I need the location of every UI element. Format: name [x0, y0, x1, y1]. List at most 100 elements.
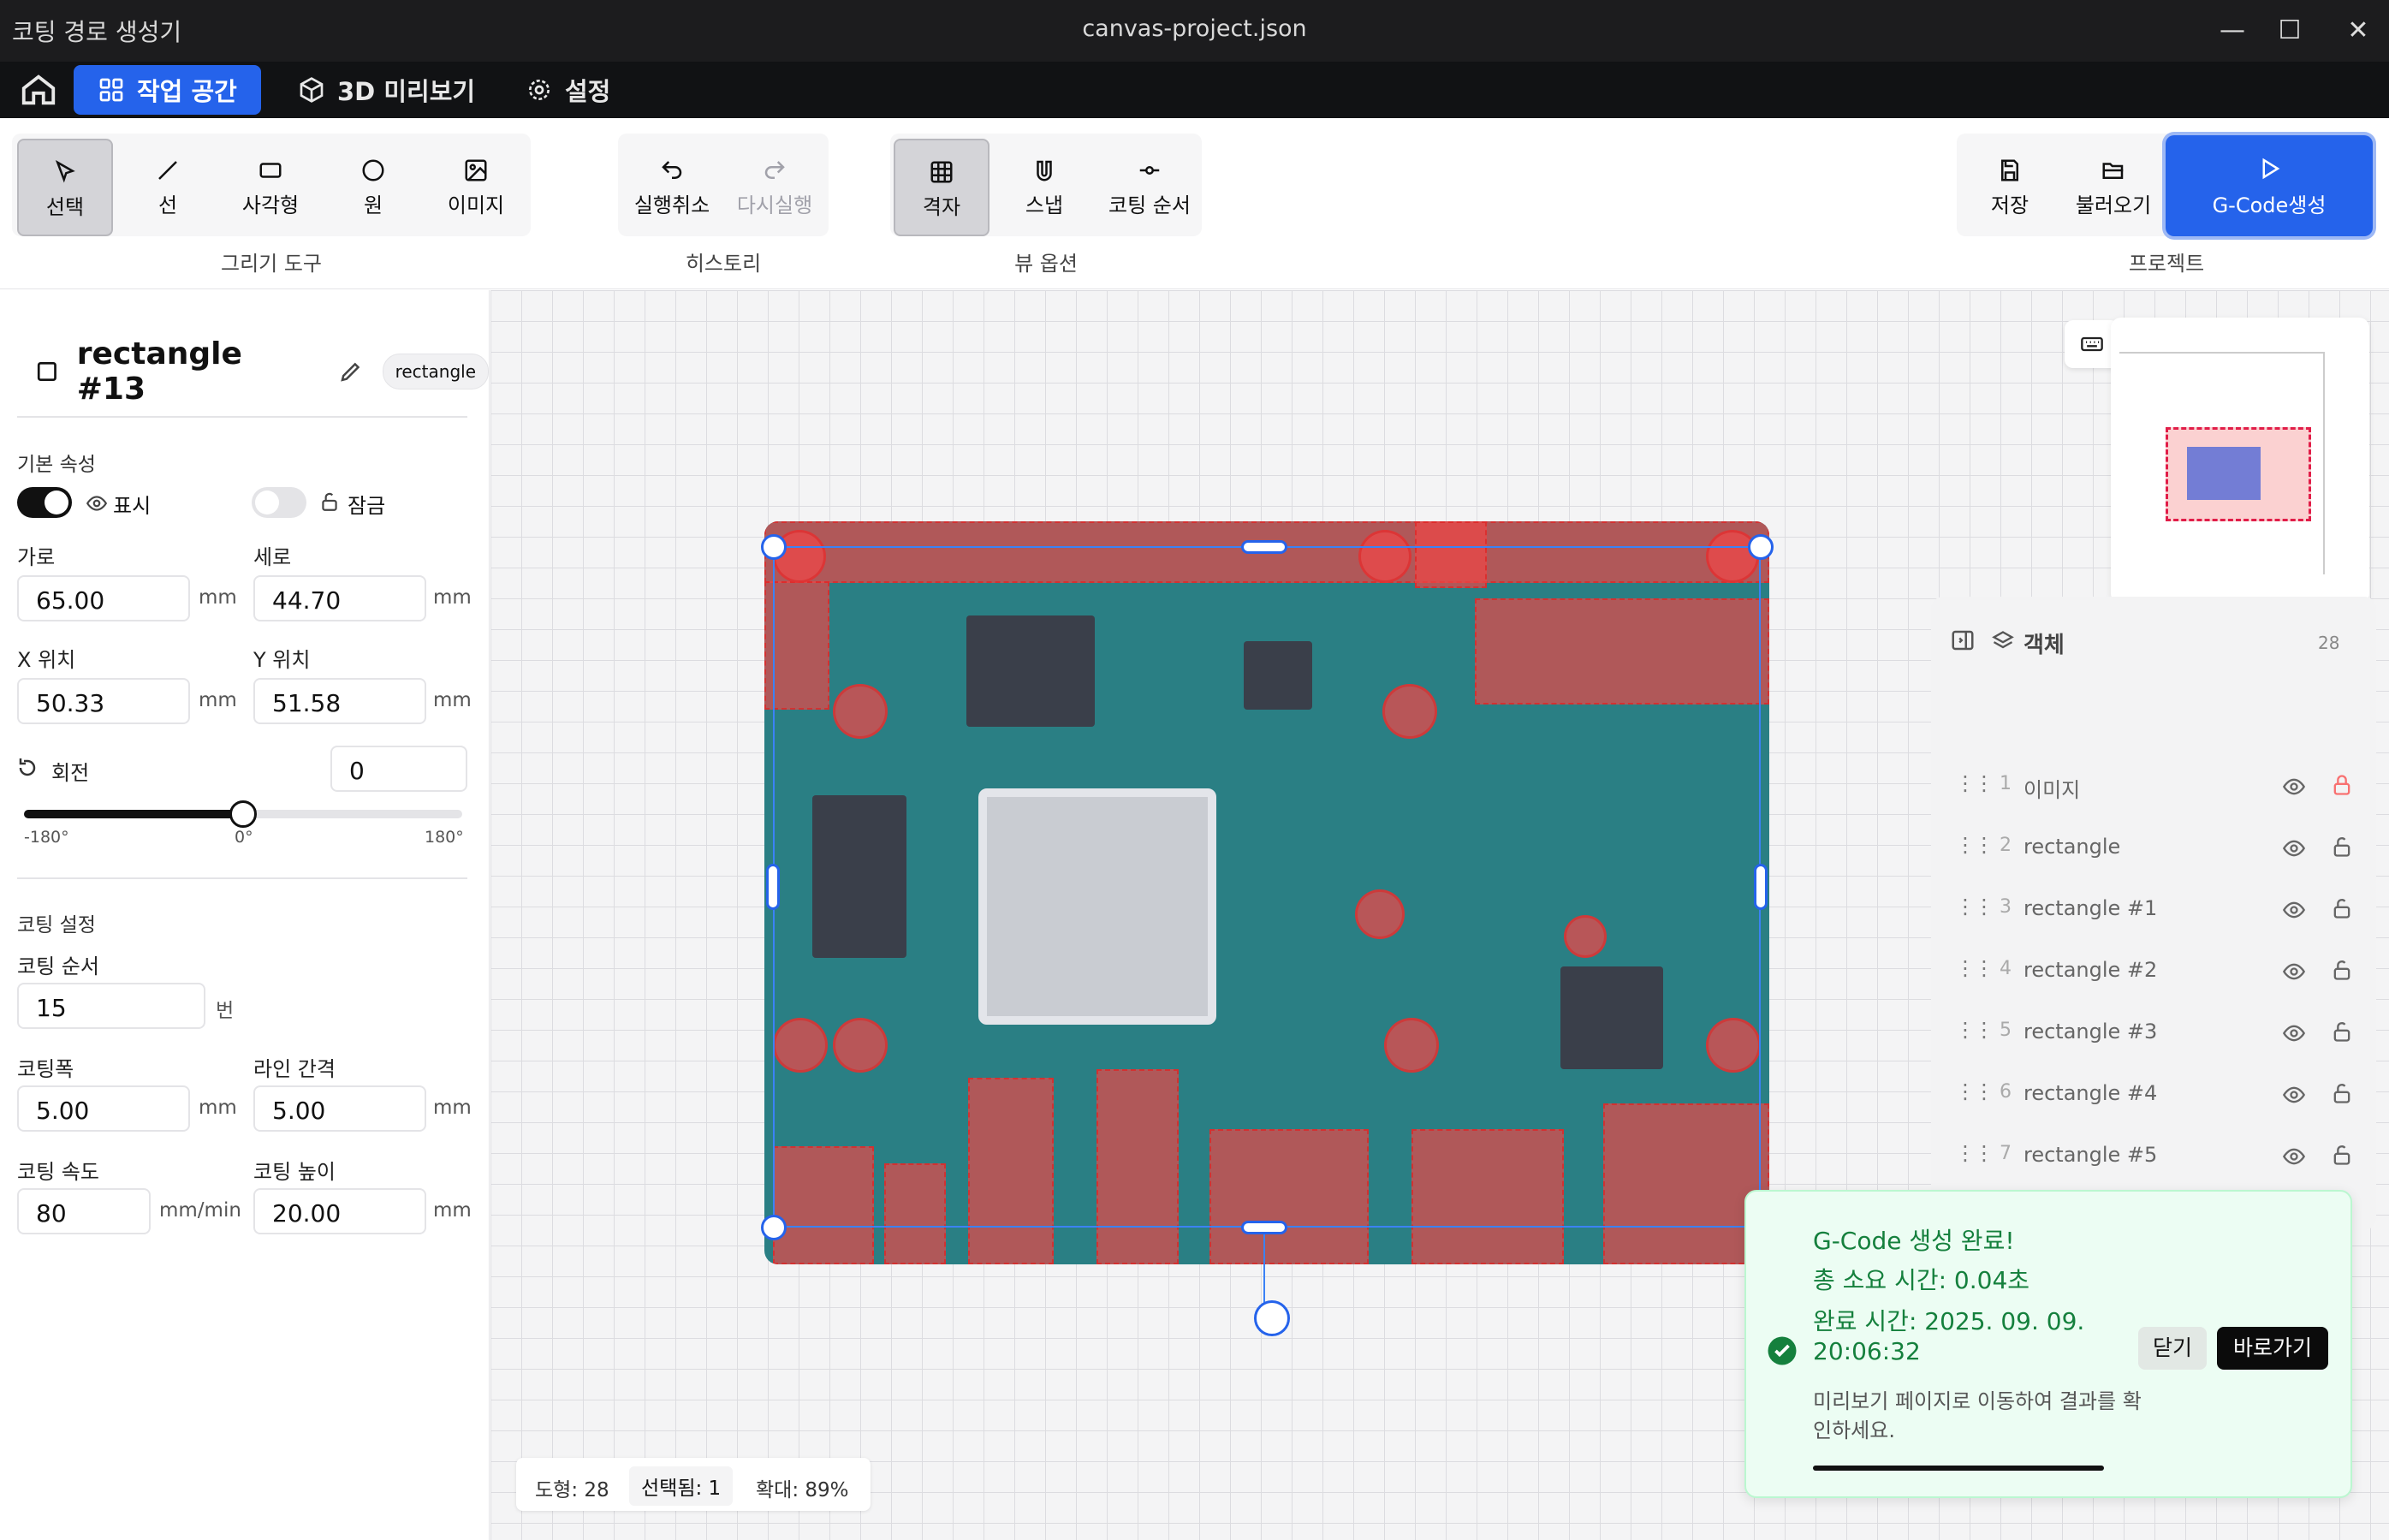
eye-icon[interactable] [2282, 960, 2306, 984]
height-input[interactable]: 44.70 [253, 575, 426, 621]
object-list-item[interactable]: ⋮⋮ 5 rectangle #3 [1931, 1002, 2376, 1064]
tab-settings[interactable]: 설정 [502, 65, 634, 115]
eye-icon[interactable] [2282, 836, 2306, 860]
save-icon [2001, 159, 2018, 181]
rotation-input[interactable]: 0 [330, 746, 467, 792]
resize-handle[interactable] [1241, 1221, 1287, 1234]
unlock-icon[interactable] [2330, 1081, 2354, 1105]
selection-box [773, 546, 1761, 1228]
rect-tool-button[interactable]: 사각형 [223, 139, 318, 236]
grid-toggle-button[interactable]: 격자 [894, 139, 989, 236]
object-list-item[interactable]: ⋮⋮ 1 이미지 [1931, 756, 2376, 818]
eye-icon[interactable] [2282, 1083, 2306, 1107]
lock-toggle[interactable] [252, 487, 306, 518]
coating-order-label: 코팅 순서 [1108, 193, 1191, 217]
unlock-icon[interactable] [2330, 958, 2354, 982]
width-input[interactable]: 65.00 [17, 575, 190, 621]
keyboard-icon [2081, 336, 2103, 352]
object-list-item[interactable]: ⋮⋮ 7 rectangle #5 [1931, 1126, 2376, 1187]
visible-toggle[interactable] [17, 487, 72, 518]
rotation-slider-track[interactable] [24, 800, 462, 828]
select-tool-button[interactable]: 선택 [17, 139, 113, 236]
tab-workspace[interactable]: 작업 공간 [74, 65, 261, 115]
resize-handle[interactable] [761, 1215, 787, 1240]
drag-handle-icon[interactable]: ⋮⋮ [1955, 833, 1994, 857]
minimap-viewport[interactable] [2166, 427, 2311, 521]
eye-icon[interactable] [2282, 1021, 2306, 1045]
coating-speed-input[interactable]: 80 [17, 1188, 151, 1234]
redo-button[interactable]: 다시실행 [726, 139, 823, 236]
drag-handle-icon[interactable]: ⋮⋮ [1955, 1141, 1994, 1165]
gear-icon [529, 80, 550, 100]
generate-gcode-button[interactable]: G-Code생성 [2166, 135, 2373, 236]
minimap[interactable] [2111, 318, 2369, 604]
resize-handle[interactable] [1241, 540, 1287, 554]
coating-speed-label: 코팅 속도 [17, 1160, 99, 1184]
shape-count: 도형: 28 [535, 1479, 609, 1501]
rotate-stem [1263, 1234, 1265, 1303]
line-icon [158, 161, 177, 180]
close-window-button[interactable]: ✕ [2330, 9, 2386, 53]
minimize-button[interactable]: — [2204, 9, 2261, 53]
snap-toggle-button[interactable]: 스냅 [996, 139, 1092, 236]
y-input[interactable]: 51.58 [253, 678, 426, 724]
resize-handle[interactable] [1748, 534, 1774, 560]
gcode-label: G-Code생성 [2212, 193, 2327, 217]
save-button[interactable]: 저장 [1962, 139, 2058, 236]
unlock-icon[interactable] [2330, 835, 2354, 859]
project-label: 프로젝트 [2128, 252, 2205, 276]
eye-icon[interactable] [2282, 775, 2306, 799]
load-button[interactable]: 불러오기 [2065, 139, 2162, 236]
object-list-item[interactable]: ⋮⋮ 6 rectangle #4 [1931, 1064, 2376, 1126]
rotation-min-label: -180° [24, 828, 69, 847]
grid-icon [930, 161, 953, 183]
home-icon[interactable] [19, 70, 58, 110]
rotate-handle[interactable] [1254, 1300, 1290, 1336]
eye-icon[interactable] [2282, 1145, 2306, 1168]
redo-label: 다시실행 [736, 193, 813, 217]
unlock-icon[interactable] [2330, 1143, 2354, 1167]
coating-section-title: 코팅 설정 [17, 914, 96, 936]
maximize-button[interactable]: ☐ [2261, 9, 2318, 53]
coating-order-toggle-button[interactable]: 코팅 순서 [1099, 139, 1200, 236]
drag-handle-icon[interactable]: ⋮⋮ [1955, 1018, 1994, 1042]
object-list-item[interactable]: ⋮⋮ 4 rectangle #2 [1931, 941, 2376, 1002]
object-list-item[interactable]: ⋮⋮ 3 rectangle #1 [1931, 879, 2376, 941]
line-tool-button[interactable]: 선 [120, 139, 216, 236]
resize-handle[interactable] [766, 864, 780, 910]
object-name: rectangle #2 [2024, 958, 2158, 982]
toast-goto-button[interactable]: 바로가기 [2217, 1327, 2328, 1370]
tab-3d-preview[interactable]: 3D 미리보기 [274, 65, 499, 115]
object-number: 3 [2000, 896, 2012, 918]
line-spacing-input[interactable]: 5.00 [253, 1085, 426, 1132]
selected-count: 선택됨: 1 [629, 1466, 734, 1506]
x-input[interactable]: 50.33 [17, 678, 190, 724]
basic-section-title: 기본 속성 [17, 454, 96, 476]
coating-width-input[interactable]: 5.00 [17, 1085, 190, 1132]
resize-handle[interactable] [761, 534, 787, 560]
circle-tool-button[interactable]: 원 [325, 139, 421, 236]
coating-height-input[interactable]: 20.00 [253, 1188, 426, 1234]
rotation-slider-thumb[interactable] [229, 800, 257, 828]
object-list-item[interactable]: ⋮⋮ 2 rectangle [1931, 818, 2376, 879]
tab-settings-label: 설정 [565, 77, 611, 106]
resize-handle[interactable] [1754, 864, 1768, 910]
unlock-icon[interactable] [2330, 1020, 2354, 1044]
panel-collapse-icon[interactable] [1950, 627, 1976, 653]
image-tool-button[interactable]: 이미지 [428, 139, 524, 236]
unlock-icon[interactable] [2330, 896, 2354, 920]
drag-handle-icon[interactable]: ⋮⋮ [1955, 771, 1994, 795]
toolbar: 선택 선 사각형 원 이미지 그리기 도구 실행취소 다시실행 히스토리 격자 … [0, 118, 2389, 289]
pencil-icon[interactable] [338, 359, 364, 384]
drag-handle-icon[interactable]: ⋮⋮ [1955, 956, 1994, 980]
eye-icon[interactable] [2282, 898, 2306, 922]
coating-order-input[interactable]: 15 [17, 983, 205, 1029]
toast-close-button[interactable]: 닫기 [2138, 1327, 2207, 1370]
drag-handle-icon[interactable]: ⋮⋮ [1955, 895, 1994, 919]
lock-icon[interactable] [2330, 773, 2354, 797]
drag-handle-icon[interactable]: ⋮⋮ [1955, 1079, 1994, 1103]
properties-panel: rectangle #13 rectangle 기본 속성 표시 잠금 가로 세… [0, 290, 490, 1540]
zoom-level: 확대: 89% [756, 1479, 849, 1501]
cube-icon [300, 77, 324, 103]
undo-button[interactable]: 실행취소 [623, 139, 721, 236]
